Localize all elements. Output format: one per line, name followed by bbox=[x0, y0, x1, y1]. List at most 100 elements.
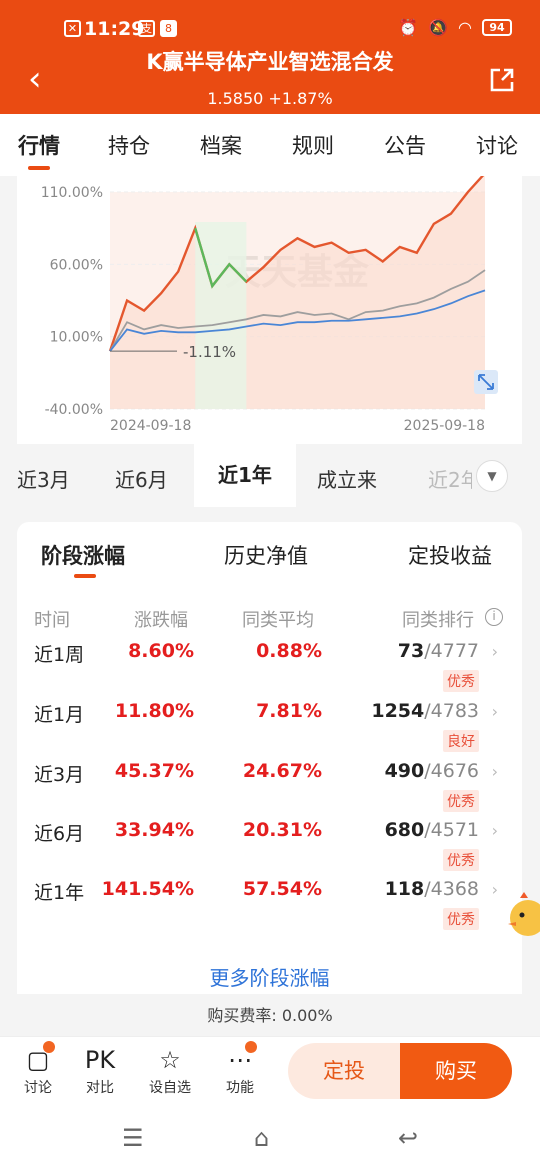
ptab-history-nav[interactable]: 历史净值 bbox=[224, 540, 308, 570]
fund-title: K赢半导体产业智选混合发 bbox=[146, 50, 394, 74]
rank-badge: 良好 bbox=[443, 730, 479, 752]
y-tick-label: 110.00% bbox=[41, 185, 103, 201]
rank-badge: 优秀 bbox=[443, 670, 479, 692]
rank-total: /4571 bbox=[424, 819, 479, 841]
discuss-label: 讨论 bbox=[24, 1080, 52, 1096]
rank-value: 490 bbox=[384, 760, 425, 782]
period-3m[interactable]: 近3月 bbox=[17, 464, 70, 493]
add-watchlist-label: 设自选 bbox=[149, 1080, 191, 1096]
tab-profile[interactable]: 档案 bbox=[200, 130, 242, 160]
system-nav-bar: ☰ ⌂ ↩ bbox=[0, 1108, 540, 1170]
row-change: 33.94% bbox=[114, 819, 194, 841]
mascot-icon[interactable] bbox=[506, 888, 540, 940]
row-rank: 73/4777 bbox=[398, 640, 479, 662]
back-nav-icon[interactable]: ↩ bbox=[398, 1124, 418, 1152]
purchase-fee: 购买费率: 0.00% bbox=[207, 1006, 333, 1025]
main-tabs: 行情 持仓 档案 规则 公告 讨论 bbox=[0, 114, 540, 176]
more-icon: ⋯ bbox=[228, 1046, 252, 1074]
row-period: 近1周 bbox=[34, 644, 85, 666]
status-right: ⏰ 🔕 ◠ 94 bbox=[398, 18, 512, 37]
header-avg: 同类平均 bbox=[242, 610, 314, 631]
more-stage-returns-link[interactable]: 更多阶段涨幅 bbox=[17, 962, 522, 991]
share-icon[interactable] bbox=[488, 66, 516, 94]
mute-icon: 🔕 bbox=[428, 18, 449, 37]
rank-value: 73 bbox=[397, 640, 425, 662]
ptab-underline bbox=[74, 574, 96, 578]
stage-returns-card: 阶段涨幅 历史净值 定投收益 时间 涨跌幅 同类平均 同类排行 i 近1周 8.6… bbox=[17, 522, 522, 994]
chevron-down-icon[interactable]: ▼ bbox=[476, 460, 508, 492]
chevron-right-icon: › bbox=[491, 762, 498, 781]
header-period: 时间 bbox=[34, 610, 70, 631]
status-time: 11:29 bbox=[84, 18, 145, 40]
row-period: 近1月 bbox=[34, 704, 85, 726]
table-row[interactable]: 近1年 141.54% 57.54% 118/4368 › 优秀 bbox=[17, 878, 522, 938]
row-change: 141.54% bbox=[101, 878, 194, 900]
rank-total: /4783 bbox=[424, 700, 479, 722]
table-row[interactable]: 近1月 11.80% 7.81% 1254/4783 › 良好 bbox=[17, 700, 522, 760]
sip-button[interactable]: 定投 bbox=[288, 1043, 400, 1099]
row-avg: 0.88% bbox=[256, 640, 322, 662]
notification-icon: ✕ bbox=[64, 20, 81, 37]
x-tick-label: 2025-09-18 bbox=[404, 418, 485, 434]
ptab-stage-returns[interactable]: 阶段涨幅 bbox=[41, 540, 125, 570]
period-6m[interactable]: 近6月 bbox=[115, 464, 168, 493]
pk-icon: PK bbox=[84, 1046, 116, 1074]
row-avg: 57.54% bbox=[242, 878, 322, 900]
period-1y[interactable]: 近1年 bbox=[194, 444, 296, 507]
y-tick-label: 60.00% bbox=[50, 257, 103, 273]
row-period: 近6月 bbox=[34, 823, 85, 845]
functions-label: 功能 bbox=[226, 1080, 254, 1096]
y-tick-label: 10.00% bbox=[50, 330, 103, 346]
nav-value: 1.5850 bbox=[207, 89, 264, 108]
performance-chart[interactable]: 110.00%60.00%10.00%-40.00%天天基金2024-09-18… bbox=[17, 176, 522, 444]
chart-svg: 110.00%60.00%10.00%-40.00%天天基金2024-09-18… bbox=[41, 176, 498, 434]
x-tick-label: 2024-09-18 bbox=[110, 418, 191, 434]
tab-underline bbox=[28, 166, 50, 170]
period-selector: 近3月 近6月 近1年 成立来 近2年 ▼ bbox=[0, 444, 522, 507]
discuss-button[interactable]: ▢ 讨论 bbox=[10, 1043, 66, 1097]
tab-rules[interactable]: 规则 bbox=[292, 130, 334, 160]
wifi-icon: ◠ bbox=[458, 18, 472, 37]
alarm-icon: ⏰ bbox=[398, 18, 419, 37]
rank-total: /4777 bbox=[424, 640, 479, 662]
info-icon[interactable]: i bbox=[485, 608, 503, 626]
tab-discussion[interactable]: 讨论 bbox=[476, 130, 518, 160]
row-change: 8.60% bbox=[128, 640, 194, 662]
home-icon[interactable]: ⌂ bbox=[254, 1124, 269, 1152]
app-notify-icon: 8 bbox=[160, 20, 177, 37]
rank-total: /4676 bbox=[424, 760, 479, 782]
tab-holdings[interactable]: 持仓 bbox=[108, 130, 150, 160]
table-row[interactable]: 近3月 45.37% 24.67% 490/4676 › 优秀 bbox=[17, 760, 522, 820]
star-icon: ☆ bbox=[159, 1046, 181, 1074]
chevron-right-icon: › bbox=[491, 880, 498, 899]
ptab-sip-returns[interactable]: 定投收益 bbox=[408, 540, 492, 570]
menu-icon[interactable]: ☰ bbox=[122, 1124, 144, 1152]
battery-icon: 94 bbox=[482, 19, 512, 36]
table-row[interactable]: 近6月 33.94% 20.31% 680/4571 › 优秀 bbox=[17, 819, 522, 879]
rank-badge: 优秀 bbox=[443, 849, 479, 871]
tab-announcements[interactable]: 公告 bbox=[384, 130, 426, 160]
row-rank: 1254/4783 bbox=[371, 700, 479, 722]
row-avg: 20.31% bbox=[242, 819, 322, 841]
rank-total: /4368 bbox=[424, 878, 479, 900]
row-rank: 490/4676 bbox=[385, 760, 479, 782]
fund-nav: 1.5850 +1.87% bbox=[0, 89, 540, 108]
add-watchlist-button[interactable]: ☆ 设自选 bbox=[142, 1043, 198, 1097]
compare-button[interactable]: PK 对比 bbox=[72, 1043, 128, 1097]
row-period: 近3月 bbox=[34, 764, 85, 786]
bottom-action-bar: ▢ 讨论 PK 对比 ☆ 设自选 ⋯ 功能 定投 购买 bbox=[0, 1036, 540, 1108]
period-2y[interactable]: 近2年 bbox=[428, 464, 472, 493]
header-rank: 同类排行 bbox=[402, 610, 474, 631]
row-rank: 680/4571 bbox=[385, 819, 479, 841]
rank-value: 680 bbox=[384, 819, 425, 841]
tab-market[interactable]: 行情 bbox=[18, 130, 60, 160]
chevron-right-icon: › bbox=[491, 821, 498, 840]
alipay-icon: 支 bbox=[138, 20, 155, 37]
chat-icon: ▢ bbox=[26, 1046, 50, 1074]
row-period: 近1年 bbox=[34, 882, 85, 904]
table-row[interactable]: 近1周 8.60% 0.88% 73/4777 › 优秀 bbox=[17, 640, 522, 700]
buy-button[interactable]: 购买 bbox=[400, 1043, 512, 1099]
functions-button[interactable]: ⋯ 功能 bbox=[212, 1043, 268, 1097]
period-since-inception[interactable]: 成立来 bbox=[317, 464, 377, 493]
row-change: 45.37% bbox=[114, 760, 194, 782]
